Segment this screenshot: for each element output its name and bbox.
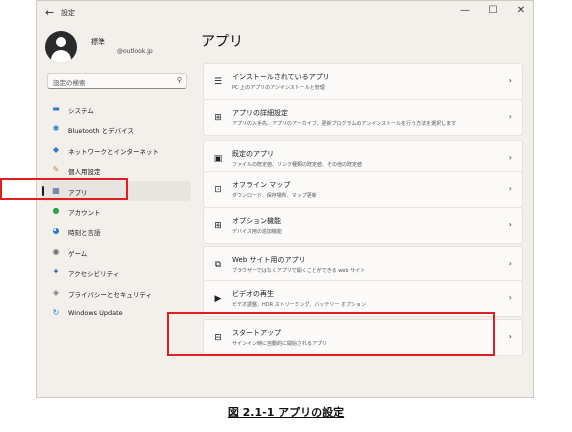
sidebar-item-label: 時刻と言語	[68, 229, 101, 238]
card-title: 既定のアプリ	[232, 150, 274, 158]
card-description: デバイス用の追加機能	[232, 229, 282, 235]
sidebar-item-gaming[interactable]: ◉ ゲーム	[37, 242, 193, 262]
apps-for-websites-icon: ⧉	[214, 260, 222, 270]
card-description: アプリの入手先、アプリのアーカイブ、更新プログラムのアンインストールを行う方法を…	[232, 121, 457, 127]
optional-features-icon: ⊞	[214, 221, 222, 231]
card-title: オプション機能	[232, 217, 281, 225]
video-playback-icon: ▶	[214, 294, 222, 304]
card-title: ビデオの再生	[232, 290, 274, 298]
card-description: ファイルの既定値、リンク種類の既定値、その他の既定値	[232, 162, 363, 168]
sidebar-item-label: Bluetooth とデバイス	[68, 127, 134, 136]
sidebar-item-label: 個人用設定	[68, 168, 101, 177]
card-title: アプリの詳細設定	[232, 109, 288, 117]
user-profile[interactable]: 標準 @outlook.jp	[45, 31, 195, 65]
chevron-right-icon: ›	[508, 293, 512, 302]
user-email: @outlook.jp	[117, 48, 153, 55]
default-apps-icon: ▣	[213, 154, 223, 164]
sidebar-item-label: ネットワークとインターネット	[68, 147, 159, 156]
sidebar-item-label: Windows Update	[68, 308, 123, 317]
card-description: ブラウザーではなくアプリで開くことができる web サイト	[232, 268, 366, 274]
window-title: 設定	[61, 9, 75, 17]
maximize-icon[interactable]: ☐	[483, 5, 503, 16]
accounts-icon: ●	[52, 205, 60, 215]
title-bar: ← 設定 — ☐ ✕	[37, 1, 533, 25]
card-offline-maps[interactable]: ⊡ オフライン マップダウンロード、保存場所、マップ更新 ›	[203, 171, 523, 208]
sidebar-item-accessibility[interactable]: ✦ アクセシビリティ	[37, 262, 193, 282]
minimize-icon[interactable]: —	[455, 5, 475, 16]
card-installed-apps[interactable]: ☰ インストールされているアプリ PC 上のアプリのアンインストールと管理 ›	[203, 63, 523, 100]
sidebar-item-time-language[interactable]: ◕ 時刻と言語	[37, 221, 193, 241]
advanced-app-settings-icon: ⊞	[214, 113, 222, 123]
chevron-right-icon: ›	[508, 112, 512, 121]
sidebar-item-label: プライバシーとセキュリティ	[68, 290, 152, 299]
system-icon: ▬	[52, 104, 60, 113]
card-title: Web サイト用のアプリ	[232, 256, 306, 264]
caption-text: 図 2.1-1 アプリの設定	[227, 406, 345, 419]
card-description: ビデオ調整、HDR ストリーミング、バッテリー オプション	[232, 302, 366, 308]
card-title: インストールされているアプリ	[232, 73, 330, 81]
card-description: PC 上のアプリのアンインストールと管理	[232, 85, 325, 91]
offline-maps-icon: ⊡	[214, 185, 222, 195]
chevron-right-icon: ›	[508, 220, 512, 229]
sidebar-item-label: アカウント	[68, 208, 101, 217]
accessibility-icon: ✦	[52, 267, 60, 277]
card-description: ダウンロード、保存場所、マップ更新	[232, 193, 317, 199]
time-language-icon: ◕	[52, 226, 60, 236]
avatar	[45, 31, 77, 63]
close-icon[interactable]: ✕	[511, 5, 531, 16]
chevron-right-icon: ›	[508, 184, 512, 193]
back-arrow-icon[interactable]: ←	[45, 6, 54, 19]
page-title: アプリ	[201, 34, 243, 50]
network-icon: ◆	[52, 144, 60, 154]
windows-update-icon: ↻	[52, 307, 60, 317]
chevron-right-icon: ›	[508, 332, 512, 341]
search-icon: ⚲	[176, 76, 182, 84]
user-name: 標準	[91, 38, 105, 46]
card-advanced-app-settings[interactable]: ⊞ アプリの詳細設定アプリの入手先、アプリのアーカイブ、更新プログラムのアンインス…	[203, 99, 523, 136]
bluetooth-icon: ✱	[52, 124, 60, 134]
sidebar-item-privacy[interactable]: ◈ プライバシーとセキュリティ	[37, 283, 193, 303]
sidebar-nav: ▬ システム ✱ Bluetooth とデバイス ◆ ネットワークとインターネット ✎ 個人用…	[37, 99, 193, 323]
chevron-right-icon: ›	[508, 259, 512, 268]
highlight-apps-nav	[0, 178, 128, 200]
card-optional-features[interactable]: ⊞ オプション機能 デバイス用の追加機能 ›	[203, 207, 523, 244]
gaming-icon: ◉	[52, 246, 60, 256]
card-title: オフライン マップ	[232, 181, 291, 189]
personalization-icon: ✎	[52, 165, 60, 175]
highlight-startup-card	[167, 312, 495, 356]
installed-apps-icon: ☰	[213, 77, 223, 87]
chevron-right-icon: ›	[508, 76, 512, 85]
privacy-icon: ◈	[52, 287, 60, 297]
sidebar-item-label: システム	[68, 107, 94, 115]
sidebar-item-label: ゲーム	[68, 249, 88, 258]
sidebar-item-system[interactable]: ▬ システム	[37, 99, 193, 119]
card-apps-for-websites[interactable]: ⧉ Web サイト用のアプリブラウザーではなくアプリで開くことができる web サ…	[203, 246, 523, 283]
settings-search-input[interactable]: 設定の検索 ⚲	[47, 73, 187, 89]
figure-caption: 図 2.1-1 アプリの設定	[0, 400, 572, 426]
search-placeholder: 設定の検索	[53, 79, 86, 87]
sidebar-item-network[interactable]: ◆ ネットワークとインターネット	[37, 140, 193, 160]
sidebar-item-accounts[interactable]: ● アカウント	[37, 201, 193, 221]
chevron-right-icon: ›	[508, 153, 512, 162]
sidebar-item-label: アクセシビリティ	[68, 270, 120, 279]
sidebar-item-bluetooth[interactable]: ✱ Bluetooth とデバイス	[37, 119, 193, 139]
